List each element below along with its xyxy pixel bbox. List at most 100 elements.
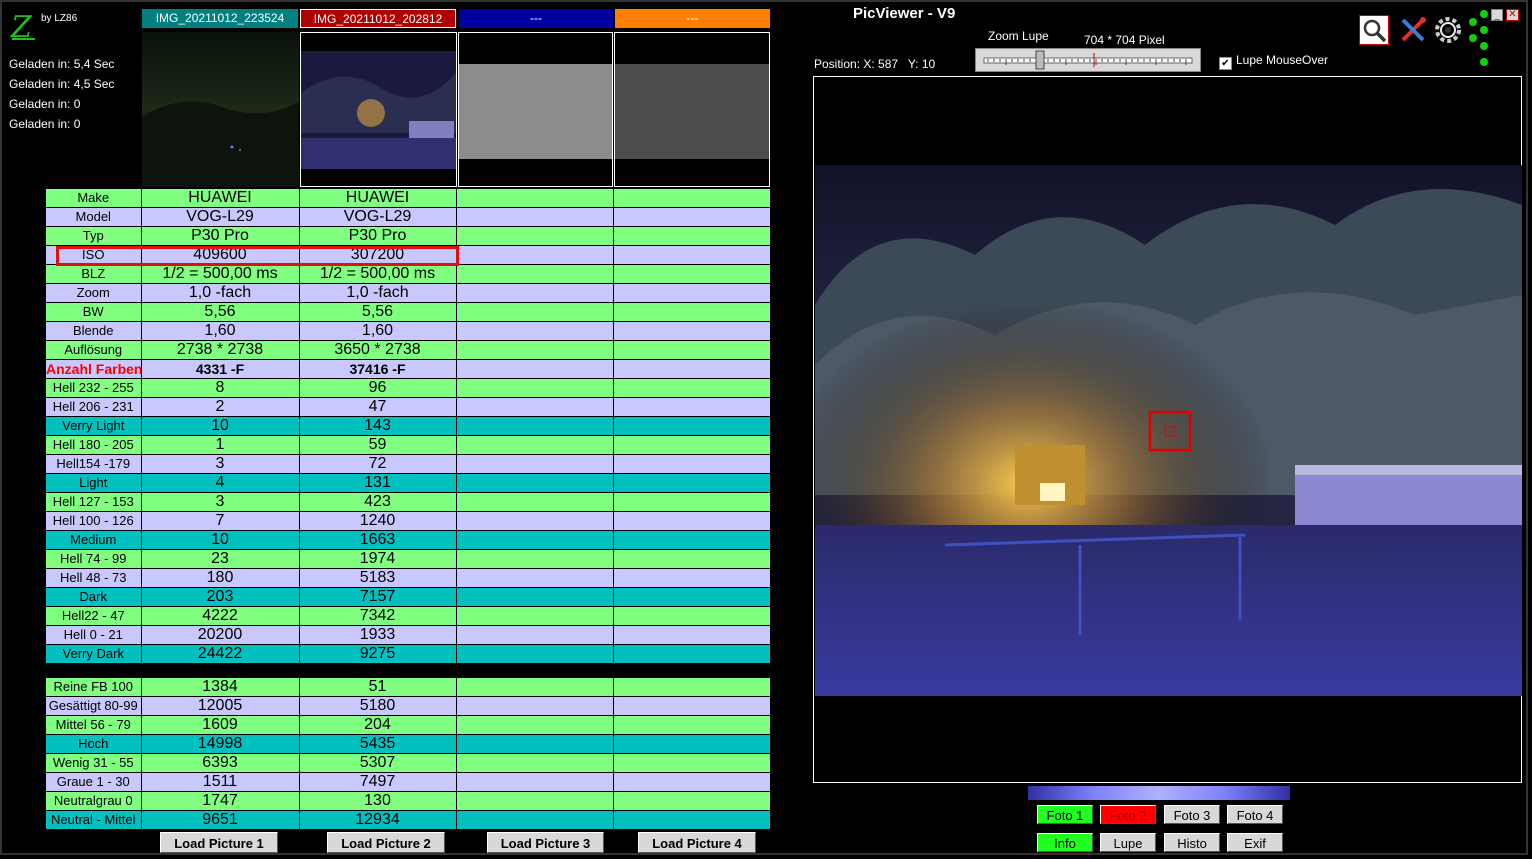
cell-picture-3 [456, 678, 614, 697]
cell-picture-1: 6393 [141, 753, 300, 773]
row-label: Make [46, 189, 142, 208]
row-label [46, 663, 141, 678]
cell-picture-4 [613, 810, 771, 830]
cell-picture-4 [613, 492, 771, 512]
info-button[interactable]: Info [1037, 833, 1093, 852]
thumbnail-3-placeholder [459, 64, 612, 159]
minimize-icon[interactable]: _ [1491, 9, 1503, 21]
magnifier-icon[interactable] [1359, 15, 1389, 45]
status-dot-icon [1480, 10, 1488, 18]
thumbnail-4-placeholder [615, 64, 769, 159]
row-label: Blende [46, 321, 142, 341]
thumbnail-1[interactable] [142, 32, 299, 187]
cell-picture-2: 1,60 [299, 321, 457, 341]
table-row: Medium 10 1663 [46, 530, 771, 550]
cell-picture-3 [456, 264, 614, 284]
zoom-lupe-label: Zoom Lupe [988, 29, 1049, 43]
cell-picture-3 [456, 397, 614, 417]
row-label: Verry Light [46, 416, 142, 436]
thumbnail-1-image [142, 32, 299, 187]
cell-picture-3 [456, 283, 614, 303]
cell-picture-4 [613, 226, 771, 246]
exif-stats-table: Make HUAWEI HUAWEI Model VOG-L29 VOG-L29 Typ P3… [46, 189, 771, 830]
table-row: Neutral - Mittel 9651 12934 [46, 810, 771, 830]
picture-4-name: --- [615, 9, 770, 28]
cell-picture-4 [613, 696, 771, 716]
cell-picture-2: 1/2 = 500,00 ms [299, 264, 457, 284]
cell-picture-1: 23 [141, 549, 300, 569]
main-photo[interactable] [815, 165, 1522, 696]
lupe-mouseover-checkbox[interactable]: ✔ Lupe MouseOver [1219, 53, 1328, 70]
table-separator [46, 663, 770, 678]
cell-picture-2: 1974 [299, 549, 457, 569]
cell-picture-2: 1,0 -fach [299, 283, 457, 303]
lupe-button[interactable]: Lupe [1100, 833, 1156, 852]
foto-1-button[interactable]: Foto 1 [1037, 805, 1093, 824]
row-label: Verry Dark [46, 644, 142, 664]
row-label: Hell 74 - 99 [46, 549, 142, 569]
settings-gear-icon[interactable] [1433, 15, 1463, 45]
cell-picture-2: 5307 [299, 753, 457, 773]
cell-picture-3 [456, 753, 614, 773]
cell-picture-3 [456, 207, 614, 227]
cell-picture-3 [456, 359, 614, 379]
cell-picture-3 [456, 473, 614, 493]
cell-picture-4 [613, 530, 771, 550]
table-row: Hell154 -179 3 72 [46, 454, 771, 474]
zoom-slider[interactable] [975, 48, 1201, 72]
cell-picture-4 [613, 359, 771, 379]
tools-icon[interactable] [1398, 15, 1428, 45]
close-icon[interactable]: ✕ [1506, 9, 1519, 21]
row-label: Neutralgrau 0 [46, 791, 142, 811]
row-label: Hell154 -179 [46, 454, 142, 474]
table-row: Anzahl Farben 4331 -F 37416 -F [46, 359, 771, 379]
cell-picture-1 [141, 663, 299, 678]
row-label: Typ [46, 226, 142, 246]
cell-picture-4 [613, 549, 771, 569]
table-row: Hell 180 - 205 1 59 [46, 435, 771, 455]
cell-picture-3 [456, 226, 614, 246]
table-row: Hell 48 - 73 180 5183 [46, 568, 771, 588]
cell-picture-3 [456, 644, 614, 664]
load-picture-2-button[interactable]: Load Picture 2 [327, 832, 445, 853]
cell-picture-1: 7 [141, 511, 300, 531]
cell-picture-2: VOG-L29 [299, 207, 457, 227]
row-label: Hell 127 - 153 [46, 492, 142, 512]
cell-picture-1: 180 [141, 568, 300, 588]
cell-picture-2: 7497 [299, 772, 457, 792]
load-picture-3-button[interactable]: Load Picture 3 [487, 832, 604, 853]
table-row: Model VOG-L29 VOG-L29 [46, 207, 771, 227]
load-picture-1-button[interactable]: Load Picture 1 [160, 832, 278, 853]
thumbnail-2[interactable] [300, 32, 457, 187]
zoom-slider-thumb[interactable] [1035, 50, 1045, 70]
cell-picture-2: 143 [299, 416, 457, 436]
table-row: Hell 206 - 231 2 47 [46, 397, 771, 417]
histo-button[interactable]: Histo [1164, 833, 1220, 852]
picture-2-name: IMG_20211012_202812 [300, 9, 456, 28]
row-label: Gesättigt 80-99 [46, 696, 142, 716]
row-label: Wenig 31 - 55 [46, 753, 142, 773]
thumbnail-4[interactable] [614, 32, 770, 187]
cell-picture-2: 5180 [299, 696, 457, 716]
exif-button[interactable]: Exif [1227, 833, 1283, 852]
row-label: Model [46, 207, 142, 227]
cell-picture-4 [613, 715, 771, 735]
table-row: Hell 232 - 255 8 96 [46, 378, 771, 398]
foto-3-button[interactable]: Foto 3 [1164, 805, 1220, 824]
thumbnail-3[interactable] [458, 32, 613, 187]
cell-picture-2: 204 [299, 715, 457, 735]
cell-picture-3 [456, 189, 614, 208]
table-row: Typ P30 Pro P30 Pro [46, 226, 771, 246]
table-row: BW 5,56 5,56 [46, 302, 771, 322]
status-dot-icon [1469, 18, 1477, 26]
foto-4-button[interactable]: Foto 4 [1227, 805, 1283, 824]
cell-picture-1: 1511 [141, 772, 300, 792]
cell-picture-2: 7157 [299, 587, 457, 607]
table-row: Light 4 131 [46, 473, 771, 493]
cell-picture-2: 1663 [299, 530, 457, 550]
foto-2-button[interactable]: Foto 2 [1100, 805, 1156, 824]
load-picture-4-button[interactable]: Load Picture 4 [638, 832, 756, 853]
cell-picture-4 [613, 791, 771, 811]
table-row: Auflösung 2738 * 2738 3650 * 2738 [46, 340, 771, 360]
cell-picture-4 [613, 454, 771, 474]
